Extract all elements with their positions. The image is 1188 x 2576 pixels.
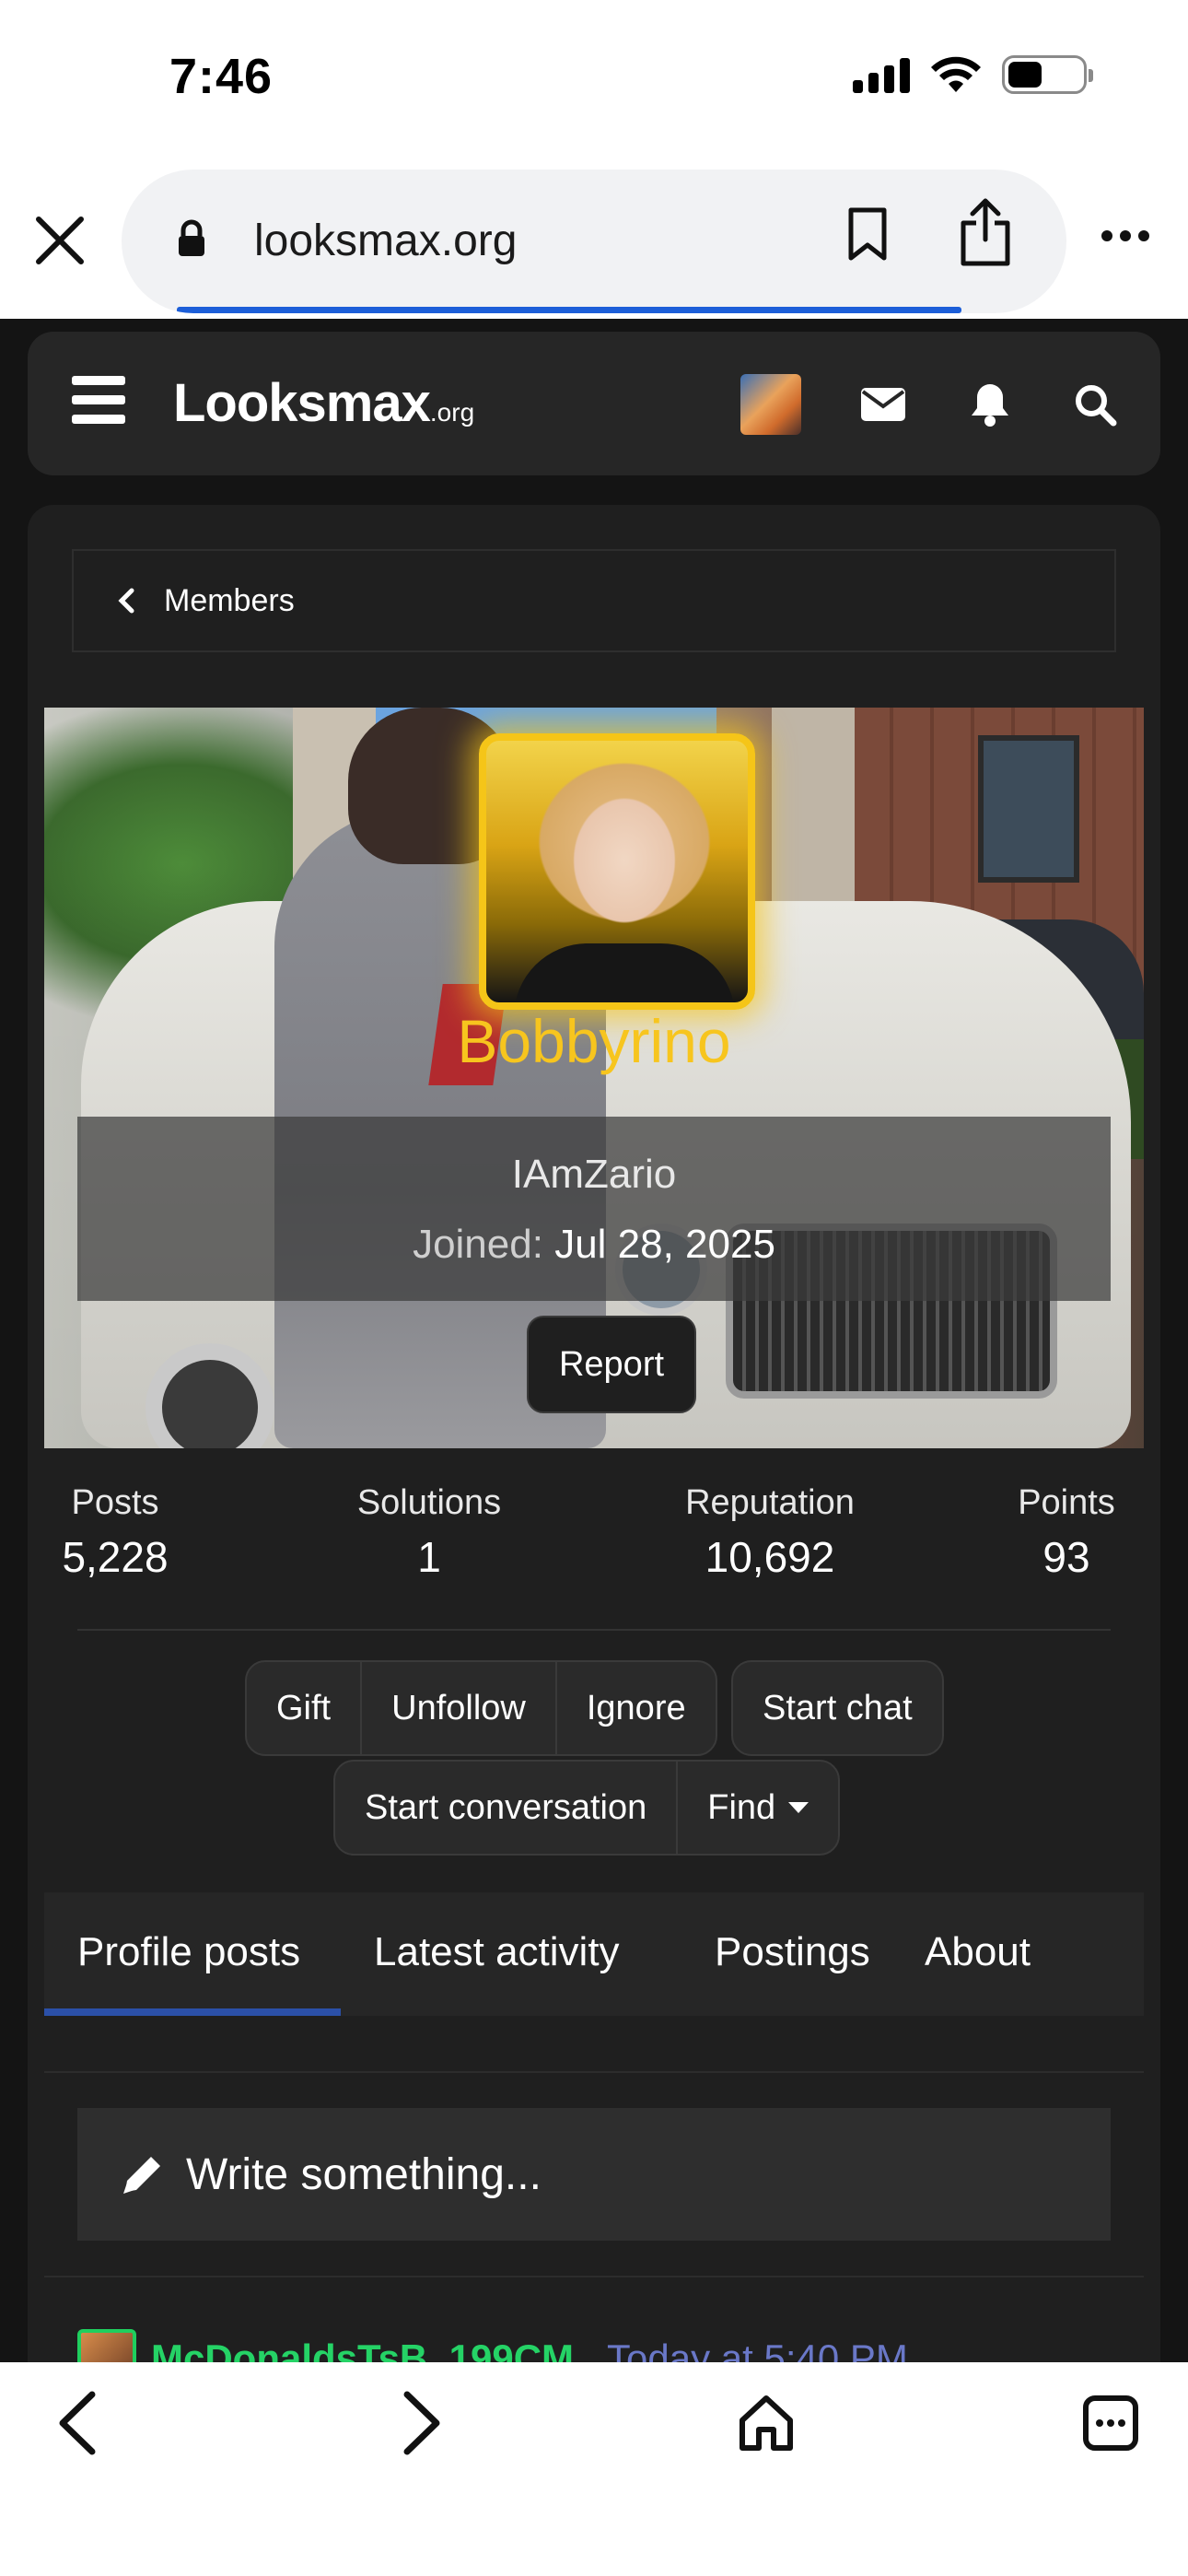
stat-points[interactable]: Points 93 — [1006, 1483, 1127, 1582]
gift-button[interactable]: Gift — [247, 1662, 363, 1754]
close-icon[interactable] — [33, 214, 87, 267]
unfollow-button[interactable]: Unfollow — [362, 1662, 557, 1754]
caret-down-icon — [788, 1802, 809, 1813]
web-page: Looksmax.org Members Bobbyrino IAmZario … — [0, 319, 1188, 2362]
back-icon[interactable] — [41, 2386, 114, 2460]
user-avatar[interactable] — [740, 374, 801, 435]
forward-icon[interactable] — [385, 2386, 459, 2460]
profile-stats: Posts 5,228 Solutions 1 Reputation 10,692 P… — [61, 1483, 1127, 1603]
ignore-button[interactable]: Ignore — [557, 1662, 716, 1754]
pencil-icon — [123, 2157, 160, 2194]
browser-toolbar: looksmax.org — [0, 166, 1188, 319]
composer-placeholder: Write something... — [186, 2149, 542, 2199]
profile-tabs: Profile posts Latest activity Postings A… — [44, 1892, 1144, 2016]
tab-postings[interactable]: Postings — [715, 1929, 870, 1975]
bookmark-icon[interactable] — [845, 206, 890, 262]
bell-icon[interactable] — [958, 372, 1022, 437]
post-author-name[interactable]: McDonaldsTsB_199CM — [151, 2336, 574, 2362]
profile-username: Bobbyrino — [457, 1007, 731, 1075]
tab-about[interactable]: About — [925, 1929, 1031, 1975]
joined-date: Joined: Jul 28, 2025 — [413, 1222, 775, 1267]
chevron-left-icon — [118, 588, 134, 614]
lock-icon — [179, 219, 204, 256]
chat-actions-group: Start chat — [731, 1660, 944, 1756]
divider — [44, 2276, 1144, 2277]
member-actions-group: Gift Unfollow Ignore — [245, 1660, 717, 1756]
profile-banner: Bobbyrino IAmZario Joined: Jul 28, 2025 … — [44, 708, 1144, 1448]
page-load-progress — [177, 307, 961, 313]
divider — [77, 1629, 1111, 1631]
search-icon[interactable] — [1063, 372, 1127, 437]
start-chat-button[interactable]: Start chat — [733, 1662, 942, 1754]
more-options-icon[interactable] — [1101, 230, 1149, 241]
profile-info-overlay: IAmZario Joined: Jul 28, 2025 — [77, 1117, 1111, 1301]
active-tab-indicator — [44, 2008, 341, 2016]
tab-profile-posts[interactable]: Profile posts — [77, 1929, 300, 1975]
find-dropdown[interactable]: Find — [678, 1762, 838, 1854]
user-custom-title: IAmZario — [511, 1152, 677, 1197]
wifi-icon — [931, 56, 981, 92]
site-logo[interactable]: Looksmax.org — [173, 372, 474, 434]
status-bar: 7:46 — [0, 0, 1188, 166]
stat-posts[interactable]: Posts 5,228 — [61, 1483, 169, 1582]
divider — [44, 2071, 1144, 2073]
conversation-actions-group: Start conversation Find — [333, 1760, 841, 1856]
address-bar[interactable]: looksmax.org — [122, 170, 1066, 313]
stat-reputation: Reputation 10,692 — [685, 1483, 855, 1581]
breadcrumb[interactable]: Members — [72, 549, 1116, 652]
cellular-signal-icon — [853, 56, 910, 93]
report-button[interactable]: Report — [527, 1316, 696, 1413]
start-conversation-button[interactable]: Start conversation — [335, 1762, 679, 1854]
post-timestamp[interactable]: Today at 5:40 PM — [607, 2336, 908, 2362]
mail-icon[interactable] — [851, 372, 915, 437]
post-author-avatar[interactable] — [77, 2329, 136, 2362]
menu-icon[interactable] — [72, 376, 125, 424]
status-time: 7:46 — [169, 49, 274, 104]
profile-post-item: McDonaldsTsB_199CM Today at 5:40 PM — [77, 2329, 908, 2362]
tab-latest-activity[interactable]: Latest activity — [374, 1929, 620, 1975]
browser-bottom-bar — [0, 2362, 1188, 2576]
tabs-icon[interactable] — [1074, 2386, 1147, 2460]
share-icon[interactable] — [958, 197, 1013, 267]
battery-icon — [1002, 55, 1093, 94]
stat-solutions: Solutions 1 — [356, 1483, 502, 1581]
profile-post-composer[interactable]: Write something... — [77, 2108, 1111, 2241]
breadcrumb-label: Members — [164, 582, 295, 618]
profile-content: Members Bobbyrino IAmZario Joined: Jul 2… — [28, 505, 1160, 2362]
status-icons — [853, 55, 1093, 94]
site-header: Looksmax.org — [28, 332, 1160, 475]
url-text: looksmax.org — [254, 217, 518, 265]
home-icon[interactable] — [729, 2386, 803, 2460]
profile-avatar[interactable] — [479, 733, 755, 1010]
